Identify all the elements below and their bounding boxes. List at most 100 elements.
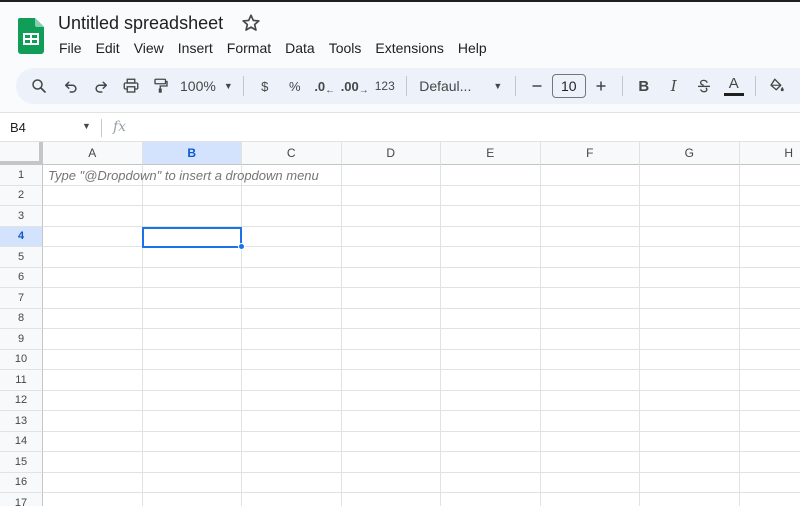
menu-file[interactable]: File (52, 38, 89, 58)
print-icon (123, 78, 139, 93)
row-gridline (43, 430, 800, 432)
italic-button[interactable]: I (659, 72, 689, 100)
more-formats-button[interactable]: 123 (370, 72, 400, 100)
menu-data[interactable]: Data (278, 38, 322, 58)
menu-help[interactable]: Help (451, 38, 494, 58)
text-color-icon: A (728, 75, 739, 92)
zoom-select[interactable]: 100% ▼ (176, 72, 237, 100)
column-header-g[interactable]: G (640, 142, 740, 165)
currency-format-button[interactable]: $ (250, 72, 280, 100)
row-header-14[interactable]: 14 (0, 431, 43, 452)
select-all-corner[interactable] (0, 142, 43, 165)
row-header-17[interactable]: 17 (0, 493, 43, 506)
row-header-9[interactable]: 9 (0, 329, 43, 350)
strikethrough-icon (697, 79, 710, 93)
column-header-e[interactable]: E (441, 142, 541, 165)
redo-button[interactable] (86, 72, 116, 100)
row-header-5[interactable]: 5 (0, 247, 43, 268)
row-gridline (43, 184, 800, 186)
row-header-4[interactable]: 4 (0, 226, 43, 247)
row-gridline (43, 307, 800, 309)
app-header: Untitled spreadsheet File Edit View Inse… (0, 2, 800, 66)
row-header-3[interactable]: 3 (0, 206, 43, 227)
paint-format-button[interactable] (146, 72, 176, 100)
row-header-8[interactable]: 8 (0, 308, 43, 329)
star-icon[interactable] (240, 12, 262, 34)
arrow-left-icon: ← (325, 84, 336, 96)
column-gridline (241, 165, 242, 506)
search-icon (32, 79, 46, 93)
chevron-down-icon: ▼ (223, 81, 233, 91)
menu-format[interactable]: Format (220, 38, 278, 58)
row-gridline (43, 492, 800, 493)
name-box[interactable]: B4 (10, 120, 26, 135)
plus-icon (596, 81, 606, 91)
row-header-13[interactable]: 13 (0, 411, 43, 432)
row-header-2[interactable]: 2 (0, 185, 43, 206)
text-color-button[interactable]: A (719, 72, 749, 100)
row-header-6[interactable]: 6 (0, 267, 43, 288)
row-gridline (43, 266, 800, 268)
menu-insert[interactable]: Insert (171, 38, 220, 58)
row-header-7[interactable]: 7 (0, 288, 43, 309)
document-title[interactable]: Untitled spreadsheet (58, 13, 223, 34)
fill-handle[interactable] (238, 243, 245, 250)
decrease-decimal-button[interactable]: .0 ← (310, 72, 340, 100)
text-color-swatch (723, 93, 744, 96)
fill-color-icon (770, 78, 784, 92)
row-header-16[interactable]: 16 (0, 472, 43, 493)
sheets-logo-icon[interactable] (18, 18, 44, 54)
increase-font-size-button[interactable] (586, 72, 616, 100)
font-size-input[interactable]: 10 (551, 74, 586, 98)
row-gridline (43, 451, 800, 452)
toolbar-divider (621, 76, 623, 96)
font-family-value: Defaul... (419, 78, 472, 94)
chevron-down-icon[interactable]: ▼ (82, 121, 91, 131)
toolbar: 100% ▼ $ % .0 ← .00 → 123 Defaul... ▼ 10 B… (16, 68, 800, 104)
minus-icon (532, 85, 542, 87)
redo-icon (95, 81, 107, 93)
strikethrough-button[interactable] (689, 72, 719, 100)
search-menus-button[interactable] (24, 72, 54, 100)
arrow-right-icon: → (358, 84, 369, 96)
column-header-f[interactable]: F (540, 142, 640, 165)
menu-edit[interactable]: Edit (89, 38, 127, 58)
row-gridline (43, 471, 800, 473)
print-button[interactable] (116, 72, 146, 100)
increase-decimal-label: .00 (340, 78, 359, 94)
row-header-12[interactable]: 12 (0, 390, 43, 411)
bold-button[interactable]: B (629, 72, 659, 100)
fill-color-button[interactable] (762, 72, 792, 100)
percent-format-button[interactable]: % (280, 72, 310, 100)
column-header-c[interactable]: C (242, 142, 342, 165)
toolbar-divider (242, 76, 244, 96)
column-gridline (440, 165, 441, 506)
menu-tools[interactable]: Tools (322, 38, 369, 58)
increase-decimal-button[interactable]: .00 → (340, 72, 370, 100)
active-cell-selection[interactable] (142, 227, 242, 248)
decrease-decimal-label: .0 (314, 78, 326, 94)
row-header-11[interactable]: 11 (0, 370, 43, 391)
row-header-15[interactable]: 15 (0, 452, 43, 473)
column-header-b[interactable]: B (142, 142, 242, 165)
font-family-select[interactable]: Defaul... ▼ (413, 72, 509, 100)
undo-button[interactable] (56, 72, 86, 100)
formula-bar-divider (101, 119, 102, 137)
menu-bar: File Edit View Insert Format Data Tools … (52, 38, 494, 58)
toolbar-divider (514, 76, 516, 96)
spreadsheet-grid[interactable]: HGFEDCBA Type "@Dropdown" to insert a dr… (0, 142, 800, 506)
formula-bar: B4 ▼ fx (0, 112, 800, 142)
column-header-a[interactable]: A (43, 142, 143, 165)
decrease-font-size-button[interactable] (522, 72, 552, 100)
cell-a1-dropdown-hint: Type "@Dropdown" to insert a dropdown me… (48, 168, 319, 183)
column-header-d[interactable]: D (341, 142, 441, 165)
column-gridline (738, 165, 740, 506)
row-gridline (43, 369, 800, 370)
column-header-h[interactable]: H (739, 142, 800, 165)
row-header-1[interactable]: 1 (0, 165, 43, 186)
menu-extensions[interactable]: Extensions (368, 38, 450, 58)
row-header-10[interactable]: 10 (0, 349, 43, 370)
paint-format-icon (154, 78, 168, 93)
column-gridline (340, 165, 342, 506)
menu-view[interactable]: View (127, 38, 171, 58)
